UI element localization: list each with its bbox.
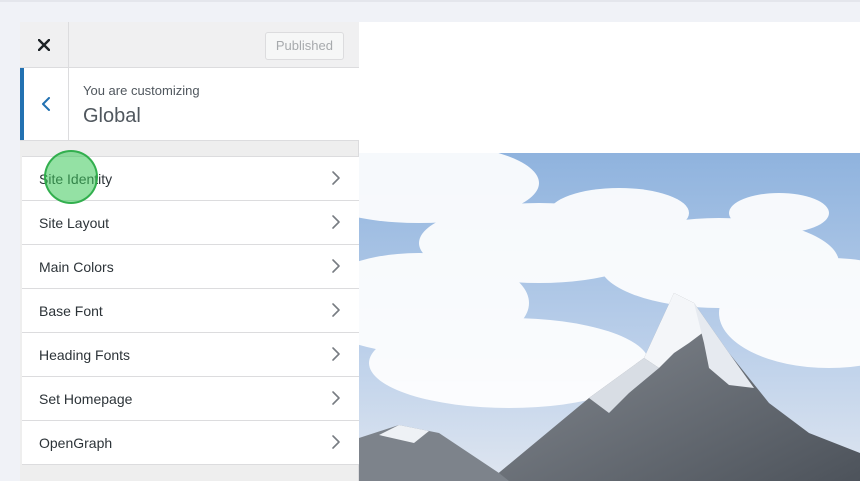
click-indicator [44,150,98,204]
section-site-layout[interactable]: Site Layout [22,201,359,245]
hero-image [359,153,860,481]
customizing-title: Global [83,105,141,127]
section-set-homepage[interactable]: Set Homepage [22,377,359,421]
chevron-right-icon [332,171,340,185]
chevron-right-icon [332,215,340,229]
section-opengraph[interactable]: OpenGraph [22,421,359,465]
back-button[interactable] [20,68,69,140]
chevron-right-icon [332,347,340,361]
chevron-right-icon [332,391,340,405]
panel-header: Published [20,22,359,68]
section-label: Heading Fonts [39,347,131,363]
close-icon [38,39,50,51]
section-heading-fonts[interactable]: Heading Fonts [22,333,359,377]
section-label: OpenGraph [39,435,113,451]
section-main-colors[interactable]: Main Colors [22,245,359,289]
chevron-right-icon [332,435,340,449]
section-label: Main Colors [39,259,114,275]
section-base-font[interactable]: Base Font [22,289,359,333]
customizing-header: You are customizing Global [20,68,359,141]
section-label: Base Font [39,303,103,319]
section-label: Site Layout [39,215,110,231]
publish-button[interactable]: Published [264,32,344,60]
site-preview[interactable] [359,22,860,481]
top-strip [0,0,860,2]
chevron-right-icon [332,259,340,273]
customizer-panel: Published You are customizing Global Sit… [20,22,359,481]
close-button[interactable] [20,22,69,68]
chevron-right-icon [332,303,340,317]
customizing-label: You are customizing [83,83,200,98]
chevron-left-icon [42,97,50,111]
section-label: Set Homepage [39,391,133,407]
